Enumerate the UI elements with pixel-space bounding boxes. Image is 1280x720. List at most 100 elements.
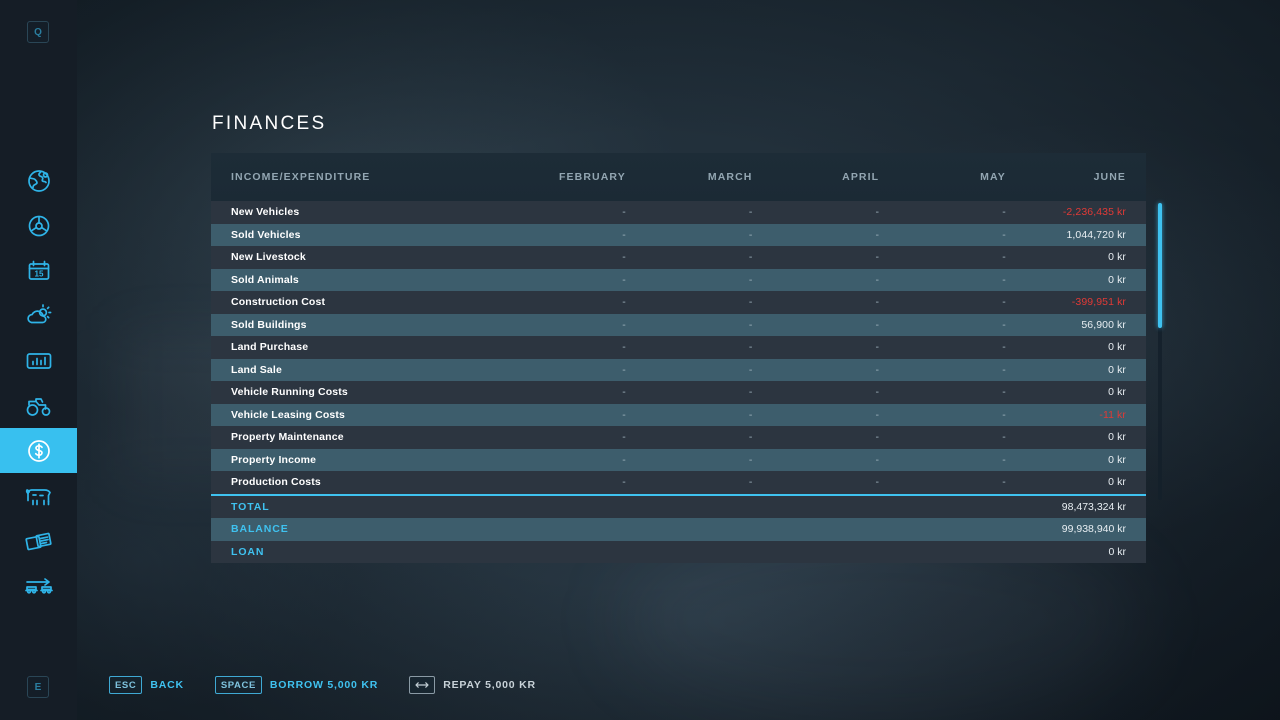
row-value: -	[1002, 273, 1006, 286]
table-row[interactable]: Vehicle Running Costs - - - - 0 kr	[211, 381, 1146, 404]
row-value: -	[875, 206, 880, 219]
row-value: -	[875, 363, 880, 376]
row-value: -	[875, 228, 880, 241]
table-scrollbar-thumb[interactable]	[1158, 203, 1162, 328]
row-value: 0 kr	[1108, 453, 1127, 466]
row-value: -	[875, 453, 880, 466]
sidebar-item-weather[interactable]	[0, 293, 77, 338]
row-value: -	[622, 318, 626, 331]
calendar-icon: 15	[26, 258, 52, 284]
row-value: 0 kr	[1108, 363, 1127, 376]
row-value: -	[875, 431, 880, 444]
key-esc: ESC	[109, 676, 143, 694]
row-value: -	[748, 431, 753, 444]
table-row[interactable]: Production Costs - - - - 0 kr	[211, 471, 1146, 494]
row-value: -	[748, 408, 753, 421]
action-back-button[interactable]: ESC BACK	[109, 676, 184, 694]
table-row[interactable]: Property Income - - - - 0 kr	[211, 448, 1146, 471]
row-value: -	[622, 341, 626, 354]
table-row[interactable]: Vehicle Leasing Costs - - - - -11 kr	[211, 403, 1146, 426]
row-value: -	[875, 341, 880, 354]
row-value: -	[748, 228, 753, 241]
action-repay-button[interactable]: REPAY 5,000 KR	[409, 676, 536, 694]
table-row[interactable]: Land Sale - - - - 0 kr	[211, 358, 1146, 381]
row-value: -	[622, 453, 626, 466]
left-right-arrow-icon	[409, 676, 436, 694]
row-value: -	[875, 251, 880, 264]
row-value: -	[622, 431, 626, 444]
action-label: BORROW 5,000 KR	[269, 679, 379, 691]
next-page-key[interactable]: E	[27, 676, 49, 698]
tractor-icon	[24, 394, 54, 418]
action-borrow-button[interactable]: SPACE BORROW 5,000 KR	[214, 676, 379, 694]
row-label: Property Maintenance	[231, 431, 344, 444]
bar-chart-icon	[25, 350, 53, 372]
action-label: REPAY 5,000 KR	[443, 679, 536, 691]
row-value: -	[1002, 363, 1006, 376]
summary-label: TOTAL	[231, 500, 270, 513]
sidebar-item-contracts[interactable]	[0, 518, 77, 563]
row-value: 0 kr	[1108, 251, 1127, 264]
finances-table: INCOME/EXPENDITURE FEBRUARY MARCH APRIL MAY J…	[211, 153, 1146, 563]
table-scrollbar[interactable]	[1158, 203, 1162, 500]
row-value: -	[1002, 386, 1006, 399]
row-value: -	[1002, 476, 1006, 489]
sidebar-item-finances[interactable]	[0, 428, 77, 473]
cow-icon	[24, 484, 54, 508]
sidebar-item-vehicles[interactable]	[0, 203, 77, 248]
table-row[interactable]: Construction Cost - - - - -399,951 kr	[211, 291, 1146, 314]
table-row[interactable]: Sold Vehicles - - - - 1,044,720 kr	[211, 223, 1146, 246]
table-row[interactable]: Sold Buildings - - - - 56,900 kr	[211, 313, 1146, 336]
row-value: -	[875, 386, 880, 399]
row-value: -	[748, 206, 753, 219]
row-label: Vehicle Leasing Costs	[231, 408, 346, 421]
column-header-month: MAY	[980, 171, 1006, 183]
row-value: -	[748, 296, 753, 309]
production-chain-icon	[23, 575, 55, 597]
sidebar-item-machines[interactable]	[0, 383, 77, 428]
summary-label: BALANCE	[231, 523, 289, 536]
row-label: Land Purchase	[231, 341, 309, 354]
row-value: -	[748, 341, 753, 354]
row-label: New Livestock	[231, 251, 306, 264]
row-value: -	[622, 251, 626, 264]
sidebar-item-statistics[interactable]	[0, 338, 77, 383]
sidebar-item-map[interactable]	[0, 158, 77, 203]
summary-row: LOAN 0 kr	[211, 540, 1146, 563]
steering-wheel-icon	[26, 213, 52, 239]
summary-value: 99,938,940 kr	[1061, 523, 1126, 536]
game-finances-screen: 15 Q E FINANCES INCOME/EXPENDITURE FEBRU…	[0, 0, 1280, 720]
sidebar-item-animals[interactable]	[0, 473, 77, 518]
column-header-month: APRIL	[842, 171, 880, 183]
table-row[interactable]: Sold Animals - - - - 0 kr	[211, 268, 1146, 291]
row-value: -	[622, 476, 626, 489]
row-value: 0 kr	[1108, 273, 1127, 286]
table-row[interactable]: Land Purchase - - - - 0 kr	[211, 336, 1146, 359]
dollar-coin-icon	[25, 437, 53, 465]
table-row[interactable]: New Livestock - - - - 0 kr	[211, 246, 1146, 269]
column-header-month: MARCH	[707, 171, 753, 183]
row-value: 0 kr	[1108, 476, 1127, 489]
row-value: -	[748, 273, 753, 286]
prev-page-key[interactable]: Q	[27, 21, 49, 43]
summary-row: TOTAL 98,473,324 kr	[211, 495, 1146, 518]
row-value: -	[622, 228, 626, 241]
row-value: -	[1002, 296, 1006, 309]
row-label: Sold Buildings	[231, 318, 307, 331]
column-header-category: INCOME/EXPENDITURE	[231, 171, 371, 183]
action-bar: ESC BACK SPACE BORROW 5,000 KR REPAY 5,000 K…	[109, 676, 567, 694]
row-value: -	[1002, 251, 1006, 264]
row-value: -	[1002, 431, 1006, 444]
sidebar-item-production[interactable]	[0, 563, 77, 608]
row-value: -	[1002, 408, 1006, 421]
row-value: -	[1002, 318, 1006, 331]
row-value: -	[875, 273, 880, 286]
row-value: -	[875, 408, 880, 421]
row-value: -	[748, 363, 753, 376]
row-value: 56,900 kr	[1081, 318, 1127, 331]
sidebar-item-calendar[interactable]: 15	[0, 248, 77, 293]
table-row[interactable]: New Vehicles - - - - -2,236,435 kr	[211, 201, 1146, 224]
row-value: -	[875, 318, 880, 331]
table-row[interactable]: Property Maintenance - - - - 0 kr	[211, 426, 1146, 449]
row-value: -	[622, 296, 626, 309]
